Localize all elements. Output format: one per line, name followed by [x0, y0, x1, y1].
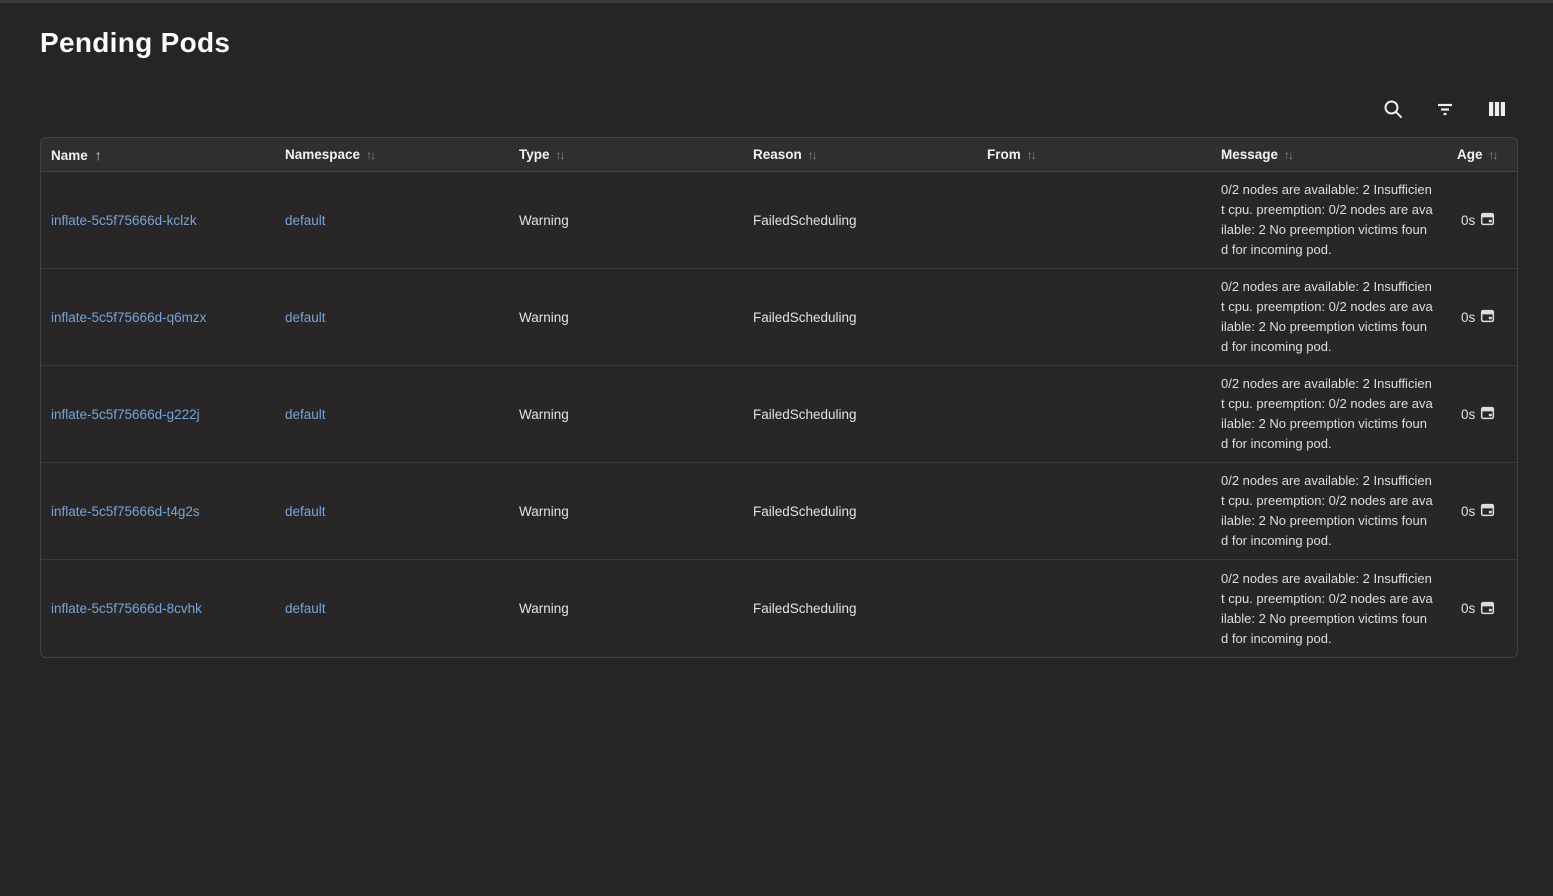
type-cell: Warning	[509, 366, 743, 463]
calendar-icon	[1480, 600, 1495, 618]
namespace-link[interactable]: default	[285, 504, 326, 519]
type-cell: Warning	[509, 463, 743, 560]
name-cell: inflate-5c5f75666d-kclzk	[41, 172, 275, 269]
type-cell: Warning	[509, 172, 743, 269]
sort-asc-icon: ↑	[95, 147, 102, 163]
table-row: inflate-5c5f75666d-q6mzx default Warning…	[41, 269, 1517, 366]
from-cell	[977, 463, 1211, 560]
namespace-link[interactable]: default	[285, 310, 326, 325]
age-value: 0s	[1461, 504, 1475, 519]
pod-name-link[interactable]: inflate-5c5f75666d-8cvhk	[51, 601, 202, 616]
page-title: Pending Pods	[40, 27, 1518, 59]
sort-icon: ↑↓	[1027, 148, 1037, 162]
table-row: inflate-5c5f75666d-kclzk default Warning…	[41, 172, 1517, 269]
namespace-link[interactable]: default	[285, 407, 326, 422]
message-cell: 0/2 nodes are available: 2 Insufficient …	[1211, 366, 1447, 463]
from-cell	[977, 560, 1211, 657]
table-toolbar	[40, 97, 1510, 121]
namespace-link[interactable]: default	[285, 213, 326, 228]
column-header-age[interactable]: Age↑↓	[1447, 138, 1517, 172]
column-header-type[interactable]: Type↑↓	[509, 138, 743, 172]
reason-cell: FailedScheduling	[743, 269, 977, 366]
from-cell	[977, 366, 1211, 463]
sort-icon: ↑↓	[808, 148, 818, 162]
column-header-from[interactable]: From↑↓	[977, 138, 1211, 172]
table-header-row: Name↑ Namespace↑↓ Type↑↓ Reason↑↓ From↑↓	[41, 138, 1517, 172]
age-value: 0s	[1461, 407, 1475, 422]
from-cell	[977, 172, 1211, 269]
namespace-cell: default	[275, 560, 509, 657]
message-cell: 0/2 nodes are available: 2 Insufficient …	[1211, 269, 1447, 366]
namespace-cell: default	[275, 463, 509, 560]
name-cell: inflate-5c5f75666d-8cvhk	[41, 560, 275, 657]
type-cell: Warning	[509, 269, 743, 366]
pod-name-link[interactable]: inflate-5c5f75666d-q6mzx	[51, 310, 206, 325]
age-cell: 0s	[1447, 366, 1517, 463]
calendar-icon	[1480, 502, 1495, 520]
reason-cell: FailedScheduling	[743, 366, 977, 463]
namespace-cell: default	[275, 172, 509, 269]
columns-icon	[1486, 98, 1508, 120]
table-row: inflate-5c5f75666d-g222j default Warning…	[41, 366, 1517, 463]
column-header-namespace[interactable]: Namespace↑↓	[275, 138, 509, 172]
pod-name-link[interactable]: inflate-5c5f75666d-kclzk	[51, 213, 197, 228]
search-icon	[1382, 98, 1404, 120]
calendar-icon	[1480, 211, 1495, 229]
main-content: Pending Pods	[0, 27, 1553, 658]
reason-cell: FailedScheduling	[743, 172, 977, 269]
table-body: inflate-5c5f75666d-kclzk default Warning…	[41, 172, 1517, 657]
sort-icon: ↑↓	[1489, 148, 1499, 162]
age-cell: 0s	[1447, 269, 1517, 366]
reason-cell: FailedScheduling	[743, 560, 977, 657]
pod-name-link[interactable]: inflate-5c5f75666d-t4g2s	[51, 504, 200, 519]
filter-icon	[1434, 98, 1456, 120]
table-row: inflate-5c5f75666d-t4g2s default Warning…	[41, 463, 1517, 560]
columns-button[interactable]	[1484, 96, 1510, 122]
filter-button[interactable]	[1432, 96, 1458, 122]
namespace-cell: default	[275, 366, 509, 463]
message-cell: 0/2 nodes are available: 2 Insufficient …	[1211, 172, 1447, 269]
name-cell: inflate-5c5f75666d-t4g2s	[41, 463, 275, 560]
age-cell: 0s	[1447, 560, 1517, 657]
age-value: 0s	[1461, 310, 1475, 325]
from-cell	[977, 269, 1211, 366]
age-value: 0s	[1461, 601, 1475, 616]
sort-icon: ↑↓	[366, 148, 376, 162]
reason-cell: FailedScheduling	[743, 463, 977, 560]
namespace-cell: default	[275, 269, 509, 366]
column-header-reason[interactable]: Reason↑↓	[743, 138, 977, 172]
namespace-link[interactable]: default	[285, 601, 326, 616]
pending-pods-table: Name↑ Namespace↑↓ Type↑↓ Reason↑↓ From↑↓	[40, 137, 1518, 658]
age-value: 0s	[1461, 213, 1475, 228]
top-border	[0, 0, 1553, 3]
calendar-icon	[1480, 405, 1495, 423]
pod-name-link[interactable]: inflate-5c5f75666d-g222j	[51, 407, 200, 422]
column-header-message[interactable]: Message↑↓	[1211, 138, 1447, 172]
type-cell: Warning	[509, 560, 743, 657]
table-row: inflate-5c5f75666d-8cvhk default Warning…	[41, 560, 1517, 657]
name-cell: inflate-5c5f75666d-g222j	[41, 366, 275, 463]
name-cell: inflate-5c5f75666d-q6mzx	[41, 269, 275, 366]
sort-icon: ↑↓	[1284, 148, 1294, 162]
column-header-name[interactable]: Name↑	[41, 138, 275, 172]
message-cell: 0/2 nodes are available: 2 Insufficient …	[1211, 463, 1447, 560]
sort-icon: ↑↓	[556, 148, 566, 162]
age-cell: 0s	[1447, 172, 1517, 269]
message-cell: 0/2 nodes are available: 2 Insufficient …	[1211, 560, 1447, 657]
calendar-icon	[1480, 308, 1495, 326]
age-cell: 0s	[1447, 463, 1517, 560]
search-button[interactable]	[1380, 96, 1406, 122]
